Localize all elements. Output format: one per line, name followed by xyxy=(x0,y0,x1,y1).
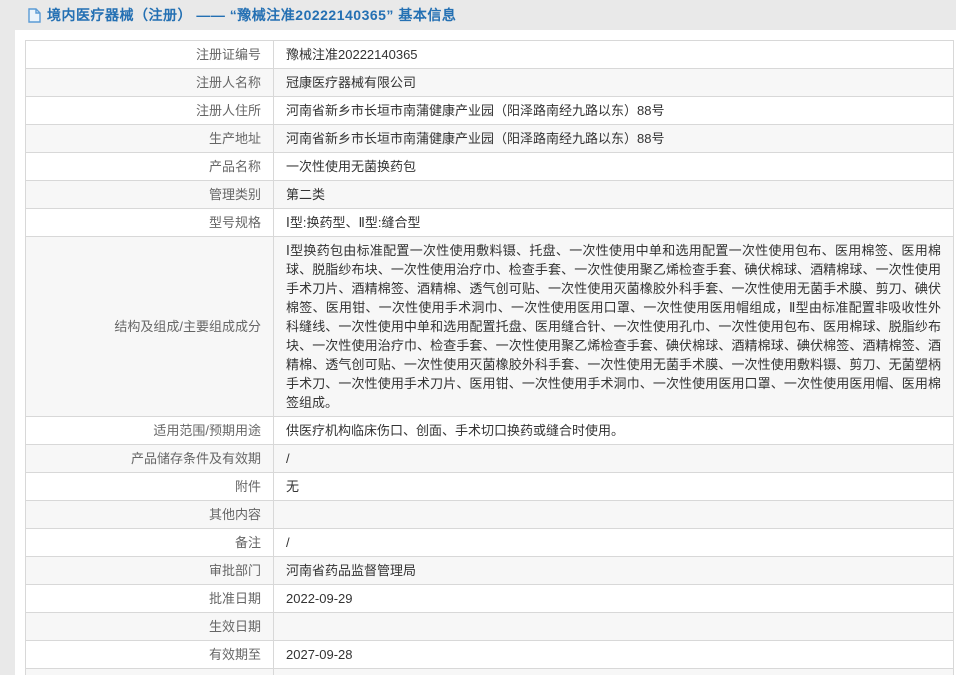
row-value xyxy=(273,612,954,641)
row-label: 适用范围/预期用途 xyxy=(25,416,274,445)
table-row: 批准日期 2022-09-29 xyxy=(25,584,954,613)
table-row: 审批部门 河南省药品监督管理局 xyxy=(25,556,954,585)
table-row: 生产地址 河南省新乡市长垣市南蒲健康产业园（阳泽路南经九路以东）88号 xyxy=(25,124,954,153)
table-row: 附件无 xyxy=(25,472,954,501)
row-value: Ⅰ型换药包由标准配置一次性使用敷料镊、托盘、一次性使用中单和选用配置一次性使用包… xyxy=(273,236,954,417)
table-row: 变更情况/ xyxy=(25,668,954,675)
row-label: 注册人住所 xyxy=(25,96,274,125)
row-value: 河南省药品监督管理局 xyxy=(273,556,954,585)
row-value: 豫械注准20222140365 xyxy=(273,40,954,69)
row-label: 备注 xyxy=(25,528,274,557)
table-row: 备注 / xyxy=(25,528,954,557)
row-value: / xyxy=(273,668,954,675)
row-label: 管理类别 xyxy=(25,180,274,209)
table-row: 生效日期 xyxy=(25,612,954,641)
row-label: 型号规格 xyxy=(25,208,274,237)
row-label: 注册人名称 xyxy=(25,68,274,97)
row-value: 无 xyxy=(273,472,954,501)
table-row: 注册证编号 豫械注准20222140365 xyxy=(25,40,954,69)
table-row: 注册人名称 冠康医疗器械有限公司 xyxy=(25,68,954,97)
row-value: / xyxy=(273,444,954,473)
row-value: / xyxy=(273,528,954,557)
table-row: 管理类别 第二类 xyxy=(25,180,954,209)
table-row: 其他内容 xyxy=(25,500,954,529)
row-label: 产品储存条件及有效期 xyxy=(25,444,274,473)
row-label: 生产地址 xyxy=(25,124,274,153)
content-panel: 注册证编号 豫械注准20222140365 注册人名称 冠康医疗器械有限公司 注册人住所… xyxy=(15,30,956,675)
row-label: 结构及组成/主要组成成分 xyxy=(25,236,274,417)
row-value: 第二类 xyxy=(273,180,954,209)
page-title: 境内医疗器械（注册） —— “豫械注准20222140365” 基本信息 xyxy=(47,7,457,23)
table-row: 注册人住所 河南省新乡市长垣市南蒲健康产业园（阳泽路南经九路以东）88号 xyxy=(25,96,954,125)
device-info-table: 注册证编号 豫械注准20222140365 注册人名称 冠康医疗器械有限公司 注册人住所… xyxy=(25,40,954,675)
row-value: 河南省新乡市长垣市南蒲健康产业园（阳泽路南经九路以东）88号 xyxy=(273,96,954,125)
row-label: 变更情况 xyxy=(25,668,274,675)
page-header: 境内医疗器械（注册） —— “豫械注准20222140365” 基本信息 xyxy=(0,0,956,30)
row-value: 供医疗机构临床伤口、创面、手术切口换药或缝合时使用。 xyxy=(273,416,954,445)
row-label: 审批部门 xyxy=(25,556,274,585)
table-row: 产品储存条件及有效期 / xyxy=(25,444,954,473)
row-value: 一次性使用无菌换药包 xyxy=(273,152,954,181)
row-value: Ⅰ型:换药型、Ⅱ型:缝合型 xyxy=(273,208,954,237)
row-label: 其他内容 xyxy=(25,500,274,529)
row-value xyxy=(273,500,954,529)
row-label: 产品名称 xyxy=(25,152,274,181)
info-table-body: 注册证编号 豫械注准20222140365 注册人名称 冠康医疗器械有限公司 注册人住所… xyxy=(25,40,954,675)
row-value: 河南省新乡市长垣市南蒲健康产业园（阳泽路南经九路以东）88号 xyxy=(273,124,954,153)
row-label: 生效日期 xyxy=(25,612,274,641)
table-row: 有效期至 2027-09-28 xyxy=(25,640,954,669)
table-row: 结构及组成/主要组成成分 Ⅰ型换药包由标准配置一次性使用敷料镊、托盘、一次性使用中… xyxy=(25,236,954,417)
table-row: 适用范围/预期用途 供医疗机构临床伤口、创面、手术切口换药或缝合时使用。 xyxy=(25,416,954,445)
row-value: 2022-09-29 xyxy=(273,584,954,613)
row-label: 有效期至 xyxy=(25,640,274,669)
row-label: 注册证编号 xyxy=(25,40,274,69)
row-label: 批准日期 xyxy=(25,584,274,613)
table-row: 产品名称 一次性使用无菌换药包 xyxy=(25,152,954,181)
document-icon xyxy=(28,7,41,23)
row-label: 附件 xyxy=(25,472,274,501)
table-row: 型号规格 Ⅰ型:换药型、Ⅱ型:缝合型 xyxy=(25,208,954,237)
row-value: 2027-09-28 xyxy=(273,640,954,669)
row-value: 冠康医疗器械有限公司 xyxy=(273,68,954,97)
